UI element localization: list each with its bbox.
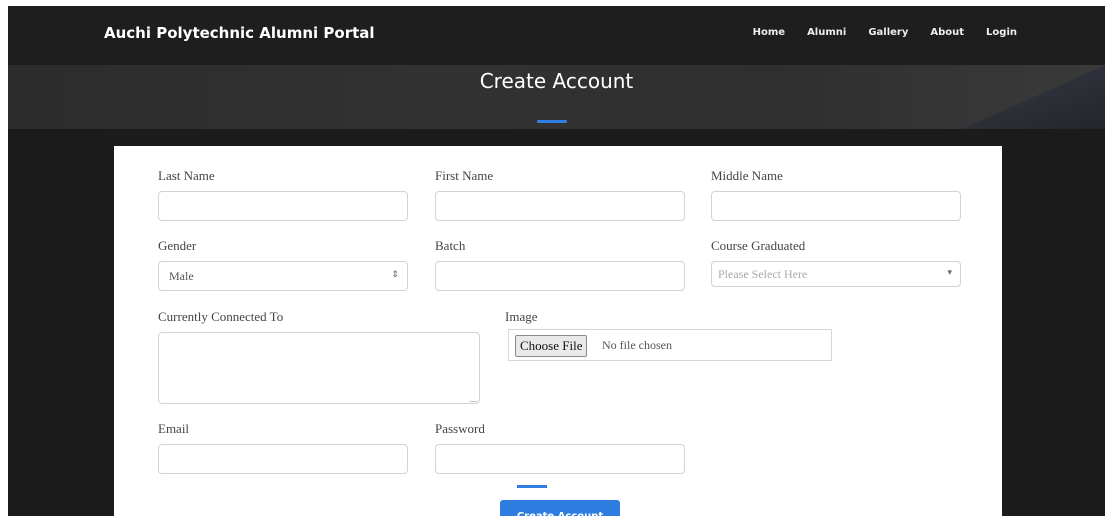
choose-file-button[interactable]: Choose File <box>515 335 588 357</box>
create-account-form: Last Name First Name Middle Name Gender … <box>114 146 1002 516</box>
nav-link-gallery[interactable]: Gallery <box>868 27 908 38</box>
first-name-label: First Name <box>435 168 494 183</box>
email-label: Email <box>158 421 190 436</box>
browser-viewport: Auchi Polytechnic Alumni Portal Home Alu… <box>8 6 1105 516</box>
resize-grip-icon[interactable]: ‿ <box>470 392 477 403</box>
form-divider <box>517 485 547 488</box>
last-name-label: Last Name <box>158 168 215 183</box>
password-label: Password <box>435 421 485 436</box>
course-graduated-select[interactable]: Please Select Here ▾ <box>711 261 961 287</box>
batch-input[interactable] <box>435 261 685 291</box>
gender-select[interactable]: Male ⇕ <box>158 261 408 291</box>
nav-link-alumni[interactable]: Alumni <box>807 27 846 38</box>
nav-link-home[interactable]: Home <box>753 27 785 38</box>
nav-link-about[interactable]: About <box>930 27 964 38</box>
page-title: Create Account <box>479 69 634 93</box>
last-name-input[interactable] <box>158 191 408 221</box>
middle-name-input[interactable] <box>711 191 961 221</box>
first-name-input[interactable] <box>435 191 685 221</box>
create-account-button[interactable]: Create Account <box>500 500 620 516</box>
gender-selected-value: Male <box>169 269 194 283</box>
currently-connected-textarea[interactable]: ‿ <box>158 332 480 404</box>
chevron-down-icon: ▾ <box>947 267 952 277</box>
course-placeholder: Please Select Here <box>718 267 808 281</box>
file-status: No file chosen <box>602 338 672 352</box>
image-file-input: Choose File No file chosen <box>508 329 832 361</box>
top-navbar: Auchi Polytechnic Alumni Portal Home Alu… <box>8 6 1105 65</box>
title-divider <box>537 120 567 123</box>
image-label: Image <box>505 309 538 324</box>
nav-link-login[interactable]: Login <box>986 27 1017 38</box>
up-down-caret-icon: ⇕ <box>391 269 399 279</box>
email-input[interactable] <box>158 444 408 474</box>
page-header: Create Account <box>8 65 1105 129</box>
currently-connected-label: Currently Connected To <box>158 309 284 324</box>
batch-label: Batch <box>435 238 466 253</box>
course-graduated-label: Course Graduated <box>711 238 806 253</box>
gender-label: Gender <box>158 238 197 253</box>
site-brand[interactable]: Auchi Polytechnic Alumni Portal <box>104 24 375 42</box>
nav-links: Home Alumni Gallery About Login <box>753 27 1017 38</box>
password-input[interactable] <box>435 444 685 474</box>
middle-name-label: Middle Name <box>711 168 783 183</box>
